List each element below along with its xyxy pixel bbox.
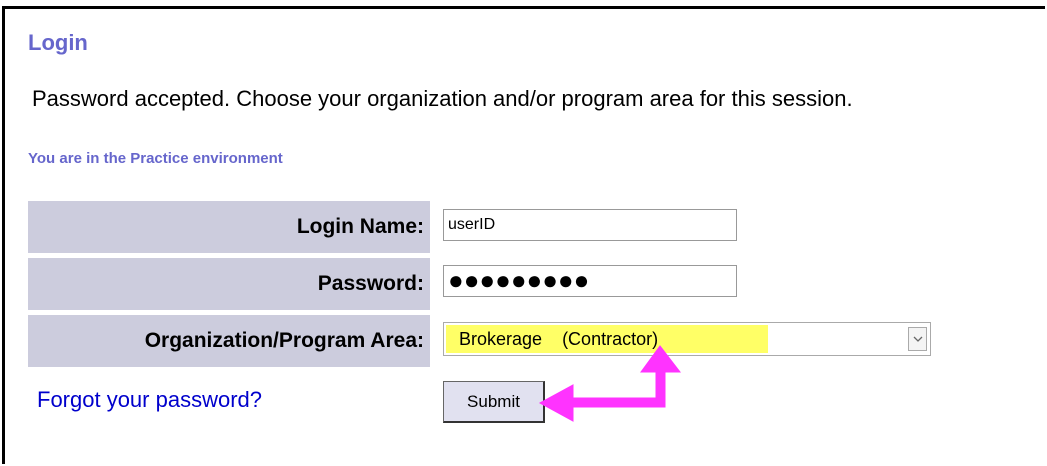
annotation-arrow — [538, 345, 682, 422]
